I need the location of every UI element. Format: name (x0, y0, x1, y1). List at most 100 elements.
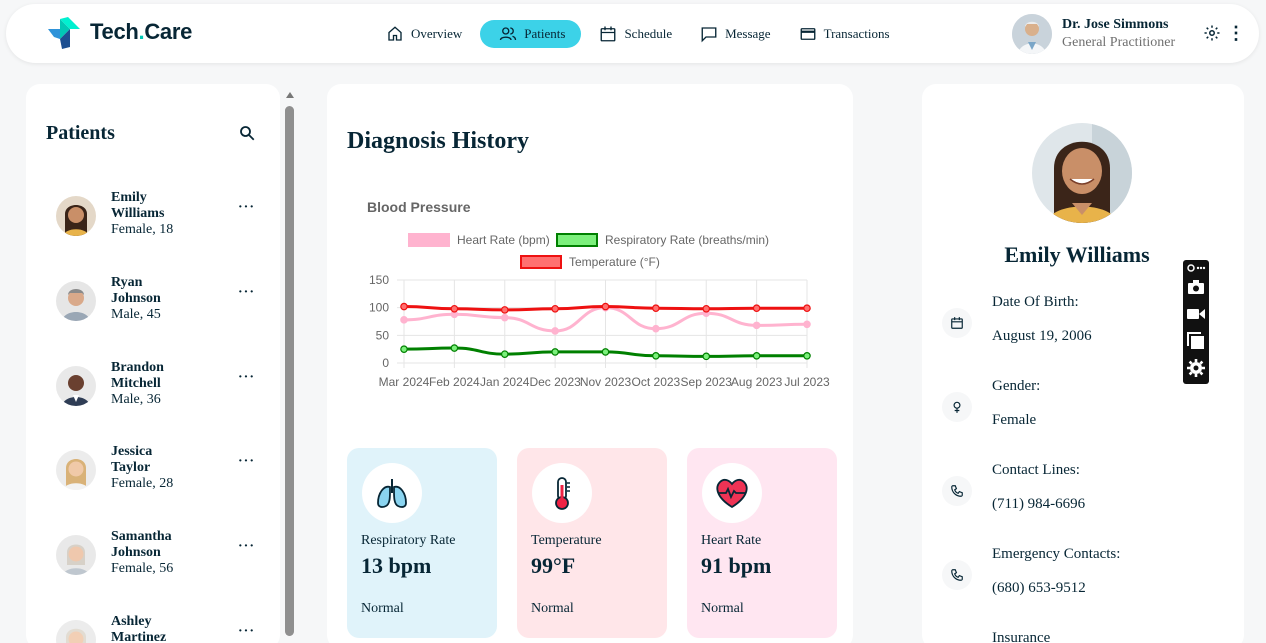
info-label: Emergency Contacts: (992, 546, 1121, 562)
patients-scrollbar[interactable] (285, 92, 294, 640)
patient-list-item[interactable]: Samantha Johnson Female, 56 ··· (56, 529, 276, 589)
patient-avatar (56, 535, 96, 575)
patient-meta: Female, 28 (111, 476, 174, 491)
x-tick-label: Sep 2023 (681, 375, 733, 389)
info-row-emergency: Emergency Contacts: (680) 653-9512 (942, 546, 1222, 606)
data-point (652, 352, 660, 360)
vital-value: 91 bpm (701, 553, 772, 578)
doctor-name: Dr. Jose Simmons (1062, 17, 1169, 32)
settings-icon[interactable] (1203, 24, 1221, 42)
legend-label: Heart Rate (bpm) (457, 233, 550, 247)
nav-patients[interactable]: Patients (480, 20, 582, 48)
message-icon (701, 27, 717, 43)
main-nav: Overview Patients Schedule Message Trans… (376, 20, 908, 48)
link-more-icon[interactable] (1186, 262, 1206, 274)
data-point (500, 350, 509, 358)
nav-message[interactable]: Message (690, 20, 781, 48)
data-point (702, 352, 711, 361)
patient-list-item[interactable]: Ryan Johnson Male, 45 ··· (56, 275, 276, 335)
info-value: (680) 653-9512 (992, 580, 1086, 596)
calendar-icon (601, 26, 616, 42)
nav-schedule[interactable]: Schedule (589, 20, 682, 48)
more-horizontal-icon[interactable]: ··· (238, 454, 255, 470)
more-horizontal-icon[interactable]: ··· (238, 624, 255, 640)
data-point (500, 306, 509, 314)
x-tick-label: Jul 2023 (784, 375, 830, 389)
doctor-profile[interactable]: Dr. Jose Simmons General Practitioner (1012, 14, 1175, 54)
nav-overview[interactable]: Overview (376, 20, 472, 48)
settings-icon[interactable] (1186, 358, 1206, 378)
data-point (752, 352, 761, 360)
thermometer-icon (532, 463, 592, 523)
more-horizontal-icon[interactable]: ··· (238, 200, 255, 216)
more-horizontal-icon[interactable]: ··· (238, 539, 255, 555)
search-icon[interactable] (238, 124, 256, 142)
patient-avatar (56, 366, 96, 406)
more-horizontal-icon[interactable]: ··· (238, 285, 255, 301)
patient-meta: Male, 45 (111, 307, 161, 322)
data-point (652, 304, 660, 313)
blood-pressure-chart: Blood Pressure Heart Rate (bpm) Respirator… (327, 184, 853, 404)
vital-status: Normal (531, 601, 574, 616)
x-tick-label: Nov 2023 (580, 375, 632, 389)
nav-patients-label: Patients (524, 26, 566, 41)
patient-list-item[interactable]: Emily Williams Female, 18 ··· (56, 190, 276, 250)
info-row-contact: Contact Lines: (711) 984-6696 (942, 462, 1222, 522)
patient-name: Ashley Martinez (111, 614, 167, 643)
heart-rate-card: Heart Rate 91 bpm Normal (687, 448, 837, 638)
more-vertical-icon[interactable]: ⋮ (1227, 24, 1245, 42)
patient-meta: Male, 36 (111, 392, 161, 407)
logo-icon (48, 17, 80, 49)
doctor-avatar (1012, 14, 1052, 54)
data-point (803, 352, 811, 360)
patients-panel: Patients Emily Williams Female, 18 ··· R… (26, 84, 280, 643)
respiratory-rate-card: Respiratory Rate 13 bpm Normal (347, 448, 497, 638)
nav-message-label: Message (725, 26, 771, 41)
patient-avatar (56, 196, 96, 236)
patients-title: Patients (46, 122, 115, 144)
data-point (551, 327, 559, 335)
x-tick-label: Jan 2024 (480, 375, 530, 389)
legend-label: Temperature (°F) (569, 255, 660, 269)
data-point (601, 348, 610, 356)
phone-icon (942, 476, 972, 506)
patient-name: Samantha Johnson (111, 529, 172, 560)
patient-avatar (56, 281, 96, 321)
y-tick-label: 100 (369, 301, 389, 315)
nav-transactions-label: Transactions (823, 26, 890, 41)
info-row-insurance: Insurance (942, 630, 1222, 643)
temperature-card: Temperature 99°F Normal (517, 448, 667, 638)
home-icon (388, 26, 402, 41)
info-label: Insurance (992, 630, 1051, 643)
nav-overview-label: Overview (411, 26, 463, 41)
patient-list-item[interactable]: Ashley Martinez ··· (56, 614, 276, 643)
patient-list-item[interactable]: Brandon Mitchell Male, 36 ··· (56, 360, 276, 420)
nav-schedule-label: Schedule (624, 26, 673, 41)
data-point (601, 302, 610, 311)
video-icon[interactable] (1186, 304, 1206, 324)
patient-list-item[interactable]: Jessica Taylor Female, 28 ··· (56, 444, 276, 504)
more-horizontal-icon[interactable]: ··· (238, 370, 255, 386)
patients-icon (500, 27, 517, 41)
data-point (400, 302, 408, 311)
app-logo[interactable]: Tech.Care (46, 15, 192, 49)
x-tick-label: Oct 2023 (632, 375, 681, 389)
copy-window-icon[interactable] (1186, 331, 1206, 351)
chart-title: Blood Pressure (367, 199, 471, 215)
info-value: (711) 984-6696 (992, 496, 1086, 512)
scroll-up-arrow-icon[interactable] (286, 92, 294, 98)
data-point (803, 304, 811, 313)
vital-label: Temperature (531, 533, 602, 548)
patient-name: Brandon Mitchell (111, 360, 164, 391)
nav-transactions[interactable]: Transactions (789, 20, 900, 48)
data-point (752, 321, 761, 330)
chart-svg: Blood Pressure Heart Rate (bpm) Respirator… (367, 199, 830, 389)
doctor-role: General Practitioner (1062, 35, 1176, 50)
camera-icon[interactable] (1186, 277, 1206, 297)
floating-toolbar (1183, 260, 1209, 384)
credit-card-icon (800, 28, 816, 40)
legend-label: Respiratory Rate (breaths/min) (605, 233, 769, 247)
scroll-thumb[interactable] (285, 106, 294, 636)
x-tick-label: Mar 2024 (379, 375, 430, 389)
data-point (551, 348, 559, 356)
